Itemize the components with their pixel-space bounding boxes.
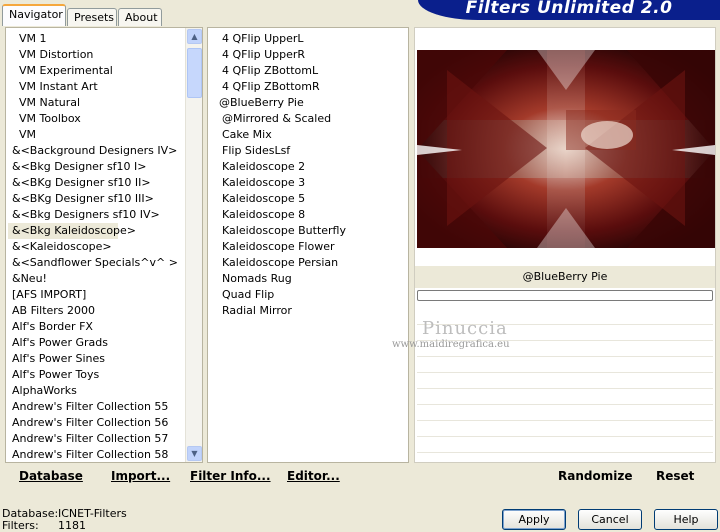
preview-filter-name: @BlueBerry Pie <box>415 266 715 288</box>
filter-item[interactable]: Kaleidoscope 8 <box>218 207 346 223</box>
preview-image <box>417 50 715 248</box>
filter-item[interactable]: Flip SidesLsf <box>218 143 346 159</box>
filter-item[interactable]: Cake Mix <box>218 127 346 143</box>
kaleidoscope-preview-graphic <box>417 50 715 248</box>
category-item[interactable]: VM Experimental <box>8 63 188 79</box>
parameter-row <box>417 374 713 389</box>
category-item[interactable]: [AFS IMPORT] <box>8 287 188 303</box>
apply-button[interactable]: Apply <box>502 509 566 530</box>
tab-bar: Navigator Presets About <box>0 0 420 26</box>
randomize-button[interactable]: Randomize <box>558 469 632 483</box>
filter-item[interactable]: Radial Mirror <box>218 303 346 319</box>
category-item[interactable]: Alf's Power Grads <box>8 335 188 351</box>
category-item[interactable]: VM Toolbox <box>8 111 188 127</box>
category-item[interactable]: VM Instant Art <box>8 79 188 95</box>
category-item[interactable]: &<BKg Designer sf10 II> <box>8 175 188 191</box>
reset-button[interactable]: Reset <box>656 469 694 483</box>
scroll-down-icon[interactable]: ▼ <box>187 446 202 461</box>
parameter-row <box>417 422 713 437</box>
preview-area: @BlueBerry Pie <box>414 27 716 463</box>
tab-presets[interactable]: Presets <box>67 8 117 26</box>
list-toolbar: Database Import... Filter Info... Editor… <box>5 463 409 491</box>
parameter-row <box>417 390 713 405</box>
watermark: Pinuccia www.maidiregrafica.eu <box>392 318 510 350</box>
parameter-row <box>417 406 713 421</box>
category-item[interactable]: &<Background Designers IV> <box>8 143 188 159</box>
filter-item[interactable]: Kaleidoscope Flower <box>218 239 346 255</box>
category-item[interactable]: Alf's Power Sines <box>8 351 188 367</box>
watermark-name: Pinuccia <box>422 318 508 339</box>
category-item[interactable]: &<Bkg Designers sf10 IV> <box>8 207 188 223</box>
category-item[interactable]: &Neu! <box>8 271 188 287</box>
category-item[interactable]: VM Natural <box>8 95 188 111</box>
category-item[interactable]: Andrew's Filter Collection 58 <box>8 447 188 463</box>
category-item[interactable]: &<Bkg Kaleidoscope> <box>8 223 136 239</box>
category-scrollbar[interactable]: ▲ ▼ <box>185 28 202 462</box>
filter-item[interactable]: Quad Flip <box>218 287 346 303</box>
status-filters: Filters: 1181 <box>2 519 86 532</box>
filter-item[interactable]: Kaleidoscope 5 <box>218 191 346 207</box>
filter-item[interactable]: Kaleidoscope Butterfly <box>218 223 346 239</box>
tab-navigator[interactable]: Navigator <box>2 4 66 26</box>
filter-item-selected: @BlueBerry Pie <box>219 96 304 109</box>
parameter-row <box>417 358 713 373</box>
filter-item[interactable]: @BlueBerry Pie <box>218 95 346 111</box>
category-item[interactable]: &<Sandflower Specials^v^ > <box>8 255 188 271</box>
tab-about[interactable]: About <box>118 8 162 26</box>
status-filters-value: 1181 <box>58 519 86 532</box>
status-filters-label: Filters: <box>2 519 39 532</box>
filter-item[interactable]: 4 QFlip UpperR <box>218 47 346 63</box>
category-item[interactable]: VM Distortion <box>8 47 188 63</box>
database-button[interactable]: Database <box>19 469 83 483</box>
import-button[interactable]: Import... <box>111 469 170 483</box>
scroll-up-icon[interactable]: ▲ <box>187 29 202 44</box>
category-item[interactable]: &<Bkg Designer sf10 I> <box>8 159 188 175</box>
category-items: VM 1 VM Distortion VM Experimental VM Insta… <box>8 31 188 463</box>
filter-item[interactable]: Kaleidoscope 3 <box>218 175 346 191</box>
category-item[interactable]: &<Kaleidoscope> <box>8 239 188 255</box>
category-list[interactable]: VM 1 VM Distortion VM Experimental VM Insta… <box>5 27 203 463</box>
filter-item[interactable]: Kaleidoscope Persian <box>218 255 346 271</box>
filter-item[interactable]: @Mirrored & Scaled <box>218 111 346 127</box>
watermark-url: www.maidiregrafica.eu <box>392 339 510 350</box>
scroll-thumb[interactable] <box>187 48 202 98</box>
category-item[interactable]: Alf's Power Toys <box>8 367 188 383</box>
preview-toolbar: Randomize Reset <box>414 463 716 491</box>
filter-item[interactable]: Nomads Rug <box>218 271 346 287</box>
preview-progress-bar <box>417 290 713 301</box>
filter-info-button[interactable]: Filter Info... <box>190 469 271 483</box>
category-item[interactable]: VM <box>8 127 188 143</box>
category-item[interactable]: VM 1 <box>8 31 188 47</box>
category-item[interactable]: Alf's Border FX <box>8 319 188 335</box>
help-button[interactable]: Help <box>654 509 718 530</box>
filter-item[interactable]: 4 QFlip ZBottomL <box>218 63 346 79</box>
parameter-row <box>417 438 713 453</box>
filter-items: 4 QFlip UpperL 4 QFlip UpperR 4 QFlip ZBot… <box>218 31 346 319</box>
category-item[interactable]: AlphaWorks <box>8 383 188 399</box>
brand-title: Filters Unlimited 2.0 <box>418 0 720 20</box>
filter-list[interactable]: 4 QFlip UpperL 4 QFlip UpperR 4 QFlip ZBot… <box>207 27 409 463</box>
filter-item[interactable]: 4 QFlip ZBottomR <box>218 79 346 95</box>
filter-item[interactable]: 4 QFlip UpperL <box>218 31 346 47</box>
editor-button[interactable]: Editor... <box>287 469 340 483</box>
category-item[interactable]: Andrew's Filter Collection 55 <box>8 399 188 415</box>
cancel-button[interactable]: Cancel <box>578 509 642 530</box>
category-item[interactable]: &<BKg Designer sf10 III> <box>8 191 188 207</box>
category-item[interactable]: AB Filters 2000 <box>8 303 188 319</box>
filter-item[interactable]: Kaleidoscope 2 <box>218 159 346 175</box>
category-item[interactable]: Andrew's Filter Collection 56 <box>8 415 188 431</box>
category-item[interactable]: Andrew's Filter Collection 57 <box>8 431 188 447</box>
